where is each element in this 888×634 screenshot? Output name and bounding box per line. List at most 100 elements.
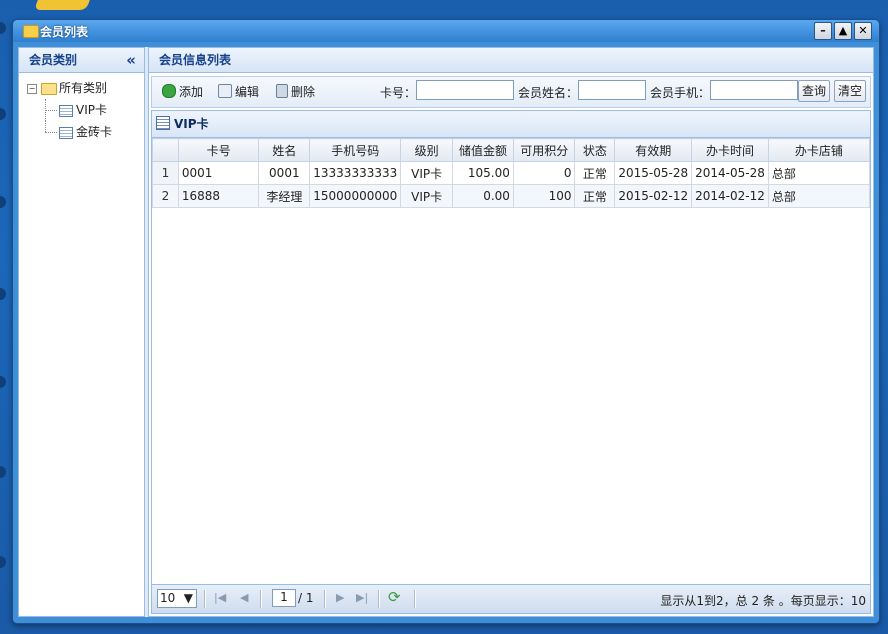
delete-button[interactable]: 删除 — [276, 83, 315, 101]
tree-node-gold[interactable]: 金砖卡 — [27, 121, 144, 143]
grid-title: VIP卡 — [174, 117, 209, 131]
member-info-header: 会员信息列表 — [149, 48, 873, 73]
table-cell: 2014-02-12 — [691, 184, 769, 208]
list-icon — [156, 116, 170, 130]
table-cell: 16888 — [177, 184, 260, 208]
divider — [204, 590, 206, 608]
next-page-icon[interactable]: ▶ — [336, 591, 344, 604]
table-cell: 0.00 — [452, 184, 514, 208]
member-table: 卡号 姓名 手机号码 级别 储值金额 可用积分 状态 有效期 办卡时间 办卡店铺 — [152, 138, 871, 208]
divider — [260, 590, 262, 608]
card-no-label: 卡号： — [380, 86, 417, 100]
table-cell: 正常 — [574, 184, 616, 208]
table-cell: 105.00 — [452, 161, 514, 185]
grid-icon — [59, 126, 73, 139]
member-name-label: 会员姓名： — [518, 86, 579, 100]
page-size-select[interactable]: 10 ▼ — [157, 589, 197, 608]
table-cell: 0 — [512, 161, 576, 185]
folder-icon — [23, 25, 39, 38]
member-info-title: 会员信息列表 — [159, 53, 232, 67]
column-header[interactable]: 状态 — [574, 138, 616, 162]
page-size-value: 10 — [160, 591, 176, 605]
tree-node-label: VIP卡 — [76, 103, 107, 117]
edit-label: 编辑 — [235, 85, 260, 99]
table-row[interactable]: 1 0001 0001 13333333333 VIP卡 105.00 0 正常… — [152, 161, 871, 185]
column-header[interactable]: 卡号 — [177, 138, 260, 162]
tree-root-label: 所有类别 — [59, 81, 108, 95]
column-header[interactable]: 姓名 — [258, 138, 311, 162]
grid-icon — [59, 104, 73, 117]
tree-node-vip[interactable]: VIP卡 — [27, 99, 144, 121]
column-header-rownum — [152, 138, 179, 162]
last-page-icon[interactable]: ▶| — [356, 591, 368, 604]
window-title: 会员列表 — [40, 25, 89, 39]
table-cell: VIP卡 — [400, 161, 454, 185]
add-button[interactable]: 添加 — [162, 83, 203, 101]
table-cell: 100 — [512, 184, 576, 208]
table-cell: 15000000000 — [309, 184, 402, 208]
divider — [324, 590, 326, 608]
table-cell: VIP卡 — [400, 184, 454, 208]
divider — [414, 590, 416, 608]
table-cell: 2015-05-28 — [614, 161, 693, 185]
table-cell: 总部 — [767, 184, 871, 208]
column-header[interactable]: 办卡时间 — [691, 138, 769, 162]
clear-button[interactable]: 清空 — [834, 80, 866, 102]
edit-button[interactable]: 编辑 — [218, 83, 259, 101]
member-list-window: 会员列表 – ▲ ✕ 会员类别 « − 所有类别 VIP卡 金砖卡 会员信息列表… — [12, 19, 880, 624]
member-grid-panel: VIP卡 卡号 姓名 手机号码 级别 储值金额 可用积分 状态 有效期 办卡时间… — [151, 110, 871, 614]
category-panel-header: 会员类别 « — [19, 48, 144, 73]
trash-icon — [276, 84, 288, 98]
add-label: 添加 — [179, 85, 204, 99]
table-cell: 13333333333 — [309, 161, 402, 185]
query-button[interactable]: 查询 — [798, 80, 830, 102]
category-panel: 会员类别 « − 所有类别 VIP卡 金砖卡 — [18, 47, 145, 617]
column-header[interactable]: 手机号码 — [309, 138, 402, 162]
member-info-panel: 会员信息列表 添加 编辑 删除 卡号： 会员姓名： 会员手机： 查询 清空 VI… — [148, 47, 874, 617]
category-panel-title: 会员类别 — [29, 53, 78, 67]
member-phone-input[interactable] — [710, 80, 798, 100]
first-page-icon[interactable]: |◀ — [214, 591, 226, 604]
row-number: 2 — [152, 184, 179, 208]
pagination-info: 显示从1到2，总 2 条 。每页显示：10 — [660, 594, 866, 608]
desktop-logo — [34, 0, 90, 10]
close-button[interactable]: ✕ — [854, 22, 872, 40]
edit-icon — [218, 84, 232, 98]
column-header[interactable]: 储值金额 — [452, 138, 514, 162]
table-cell: 正常 — [574, 161, 616, 185]
table-cell: 总部 — [767, 161, 871, 185]
chevron-down-icon: ▼ — [183, 591, 193, 605]
pagination-bar: 10 ▼ |◀ ◀ 1 / 1 ▶ ▶| ⟳ 显示从1到2，总 2 条 。每页显… — [152, 584, 870, 613]
toolbar: 添加 编辑 删除 卡号： 会员姓名： 会员手机： 查询 清空 — [151, 76, 871, 108]
table-header-row: 卡号 姓名 手机号码 级别 储值金额 可用积分 状态 有效期 办卡时间 办卡店铺 — [152, 138, 871, 162]
divider — [378, 590, 380, 608]
table-cell: 李经理 — [258, 184, 311, 208]
tree-root-node[interactable]: − 所有类别 — [27, 77, 144, 99]
table-cell: 0001 — [177, 161, 260, 185]
card-no-input[interactable] — [416, 80, 514, 100]
maximize-button[interactable]: ▲ — [834, 22, 852, 40]
grid-title-bar: VIP卡 — [152, 111, 870, 138]
collapse-icon[interactable]: « — [126, 48, 136, 72]
column-header[interactable]: 办卡店铺 — [767, 138, 871, 162]
folder-icon — [41, 82, 57, 95]
desktop-decoration — [0, 0, 8, 634]
table-cell: 2014-05-28 — [691, 161, 769, 185]
column-header[interactable]: 级别 — [400, 138, 454, 162]
minimize-button[interactable]: – — [814, 22, 832, 40]
refresh-icon[interactable]: ⟳ — [388, 588, 401, 606]
table-cell: 0001 — [258, 161, 311, 185]
add-icon — [162, 84, 176, 98]
total-pages: / 1 — [298, 591, 314, 605]
prev-page-icon[interactable]: ◀ — [240, 591, 248, 604]
window-titlebar[interactable]: 会员列表 – ▲ ✕ — [13, 20, 879, 42]
table-row[interactable]: 2 16888 李经理 15000000000 VIP卡 0.00 100 正常… — [152, 184, 871, 208]
table-cell: 2015-02-12 — [614, 184, 693, 208]
tree-toggle-icon[interactable]: − — [27, 83, 37, 94]
current-page-input[interactable]: 1 — [272, 589, 296, 607]
column-header[interactable]: 可用积分 — [512, 138, 576, 162]
member-name-input[interactable] — [578, 80, 646, 100]
column-header[interactable]: 有效期 — [614, 138, 693, 162]
delete-label: 删除 — [291, 85, 316, 99]
row-number: 1 — [152, 161, 179, 185]
